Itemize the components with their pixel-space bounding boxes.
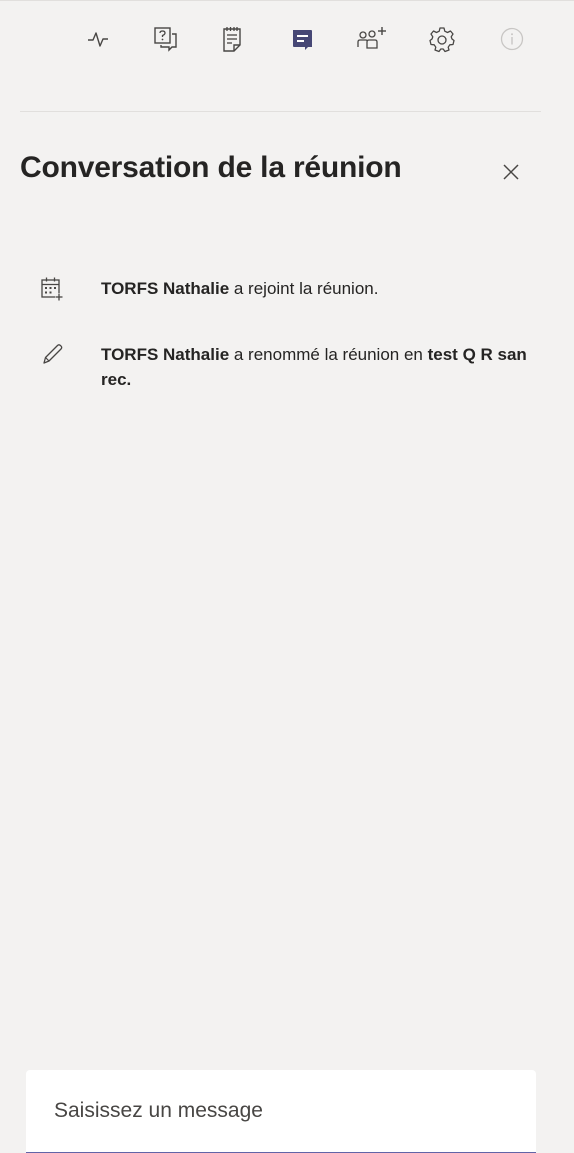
meeting-toolbar [0,19,574,63]
info-icon [500,27,524,51]
qna-button[interactable] [146,19,186,59]
header-divider [20,111,541,112]
compose-box [26,1070,536,1153]
system-message: TORFS Nathalie a renommé la réunion en t… [38,342,538,392]
meeting-notes-button[interactable] [212,19,252,59]
system-message-text: TORFS Nathalie a rejoint la réunion. [101,276,531,301]
event-icon-wrap [38,342,66,370]
activity-button[interactable] [78,19,118,59]
actor-name: TORFS Nathalie [101,345,230,364]
notes-icon [223,27,241,52]
close-button[interactable] [492,153,530,191]
chat-button[interactable] [282,19,322,59]
actor-name: TORFS Nathalie [101,279,230,298]
pencil-icon [43,344,63,364]
info-button[interactable] [492,19,532,59]
meeting-chat-panel: Conversation de la réunion TORFS Nathali… [0,0,574,1153]
panel-title: Conversation de la réunion [20,151,402,184]
system-message-text: TORFS Nathalie a renommé la réunion en t… [101,342,531,392]
activity-icon [88,32,108,47]
qna-icon [154,27,177,52]
gear-icon [429,27,455,53]
calendar-join-icon [41,277,63,301]
participants-button[interactable] [352,19,392,59]
settings-button[interactable] [422,19,462,59]
chat-icon [293,30,312,50]
event-action: a renommé la réunion en [229,345,428,364]
event-icon-wrap [38,276,66,304]
system-message: TORFS Nathalie a rejoint la réunion. [38,276,538,304]
message-input[interactable] [26,1070,536,1152]
event-action: a rejoint la réunion. [229,279,379,298]
close-icon [503,164,519,180]
add-participants-icon [357,27,386,49]
